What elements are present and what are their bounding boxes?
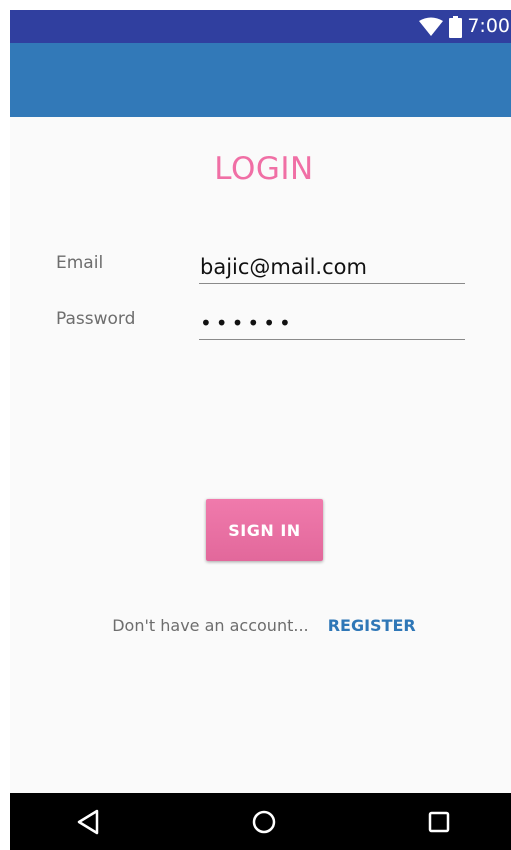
password-field[interactable] (199, 306, 465, 340)
back-icon[interactable] (74, 807, 104, 837)
email-field[interactable] (199, 250, 465, 284)
register-row: Don't have an account... REGISTER (10, 614, 511, 638)
register-prompt: Don't have an account... (112, 616, 309, 635)
email-label: Email (56, 253, 104, 273)
recents-icon[interactable] (424, 807, 454, 837)
battery-icon (449, 15, 463, 38)
home-icon[interactable] (249, 807, 279, 837)
register-link[interactable]: REGISTER (328, 616, 416, 635)
status-time: 7:00 (467, 15, 510, 37)
password-label: Password (56, 309, 136, 329)
login-content (10, 117, 511, 793)
wifi-icon (419, 17, 444, 36)
sign-in-button[interactable]: SIGN IN (206, 499, 323, 561)
navigation-bar (10, 793, 511, 850)
page-title: LOGIN (214, 151, 314, 187)
app-bar (10, 43, 511, 117)
status-bar: 7:00 (10, 10, 511, 43)
phone-screen: 7:00 LOGIN Email Password SIGN IN Don't … (10, 10, 511, 850)
status-icons: 7:00 (419, 14, 511, 39)
